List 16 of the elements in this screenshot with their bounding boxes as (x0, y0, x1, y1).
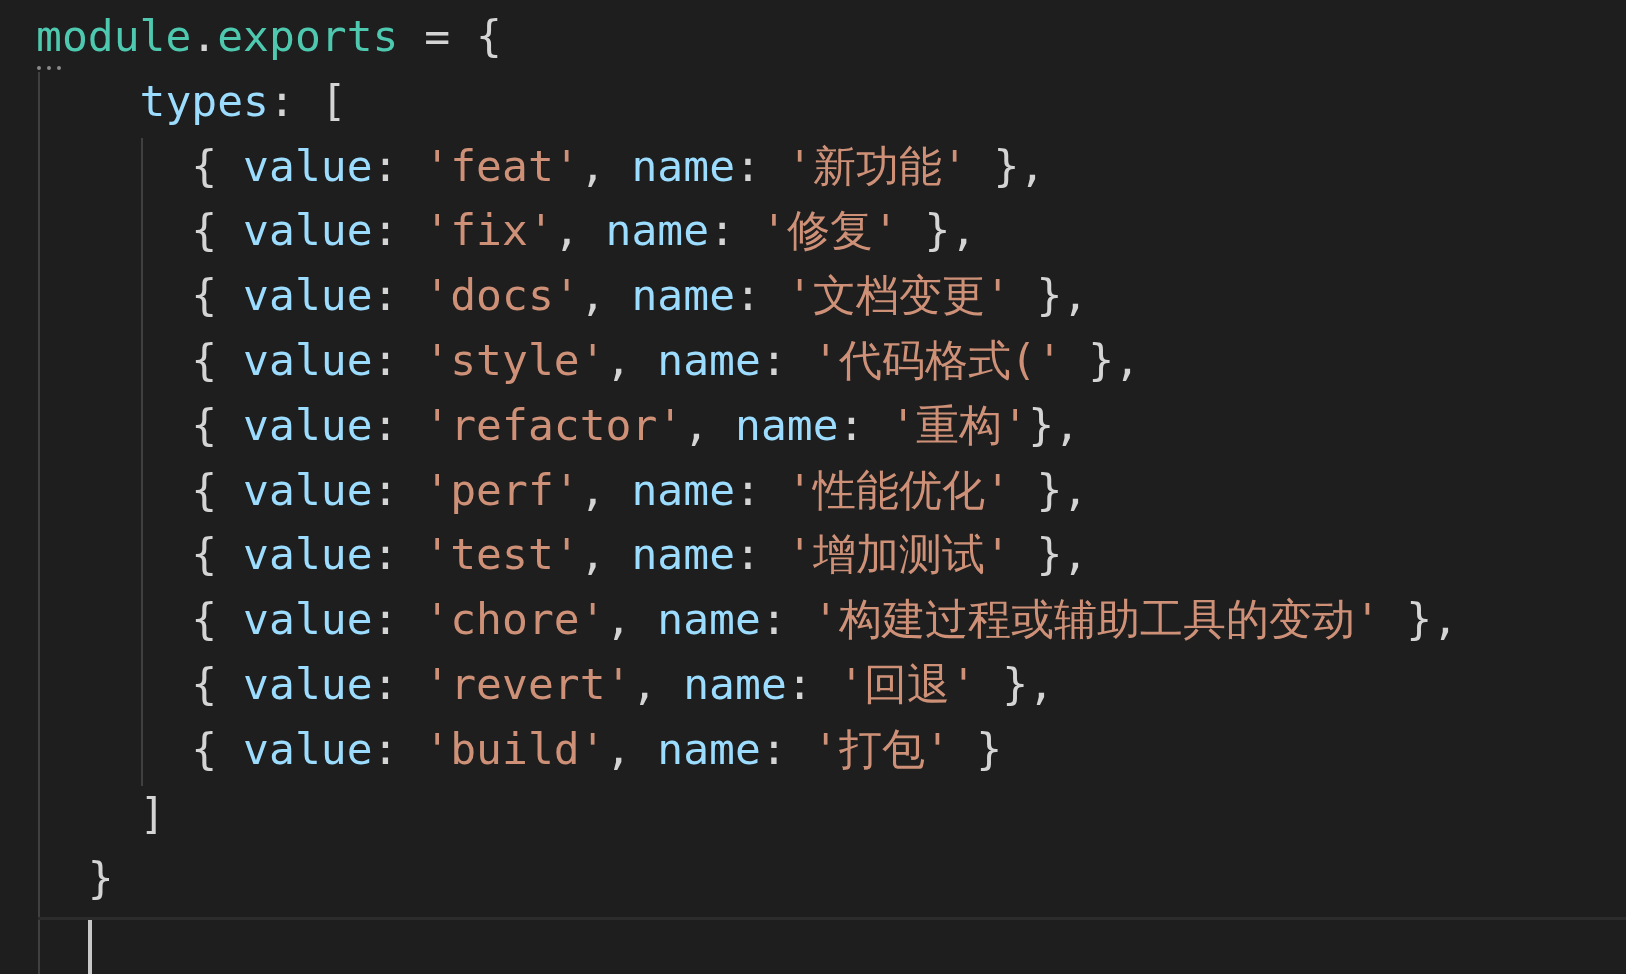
code-line: { value: 'refactor', name: '重构'}, (190, 398, 1080, 452)
code-line: module.exports = { (36, 10, 502, 63)
code-line: types: [ (138, 74, 347, 128)
code-line: { value: 'perf', name: '性能优化' }, (190, 463, 1089, 517)
code-line: ] (138, 787, 166, 841)
folded-ellipsis-icon[interactable] (36, 65, 62, 71)
code-line: { value: 'chore', name: '构建过程或辅助工具的变动' }, (190, 593, 1459, 647)
text-cursor (88, 920, 92, 974)
code-line: { value: 'docs', name: '文档变更' }, (190, 269, 1089, 323)
code-line: { value: 'revert', name: '回退' }, (190, 657, 1055, 711)
code-line: { value: 'build', name: '打包' } (190, 722, 1003, 776)
code-line: { value: 'test', name: '增加测试' }, (190, 528, 1089, 582)
code-line: { value: 'feat', name: '新功能' }, (190, 139, 1046, 193)
code-line: { value: 'fix', name: '修复' }, (190, 204, 977, 258)
code-line: { value: 'style', name: '代码格式(' }, (190, 334, 1141, 387)
code-line: } (86, 852, 114, 906)
